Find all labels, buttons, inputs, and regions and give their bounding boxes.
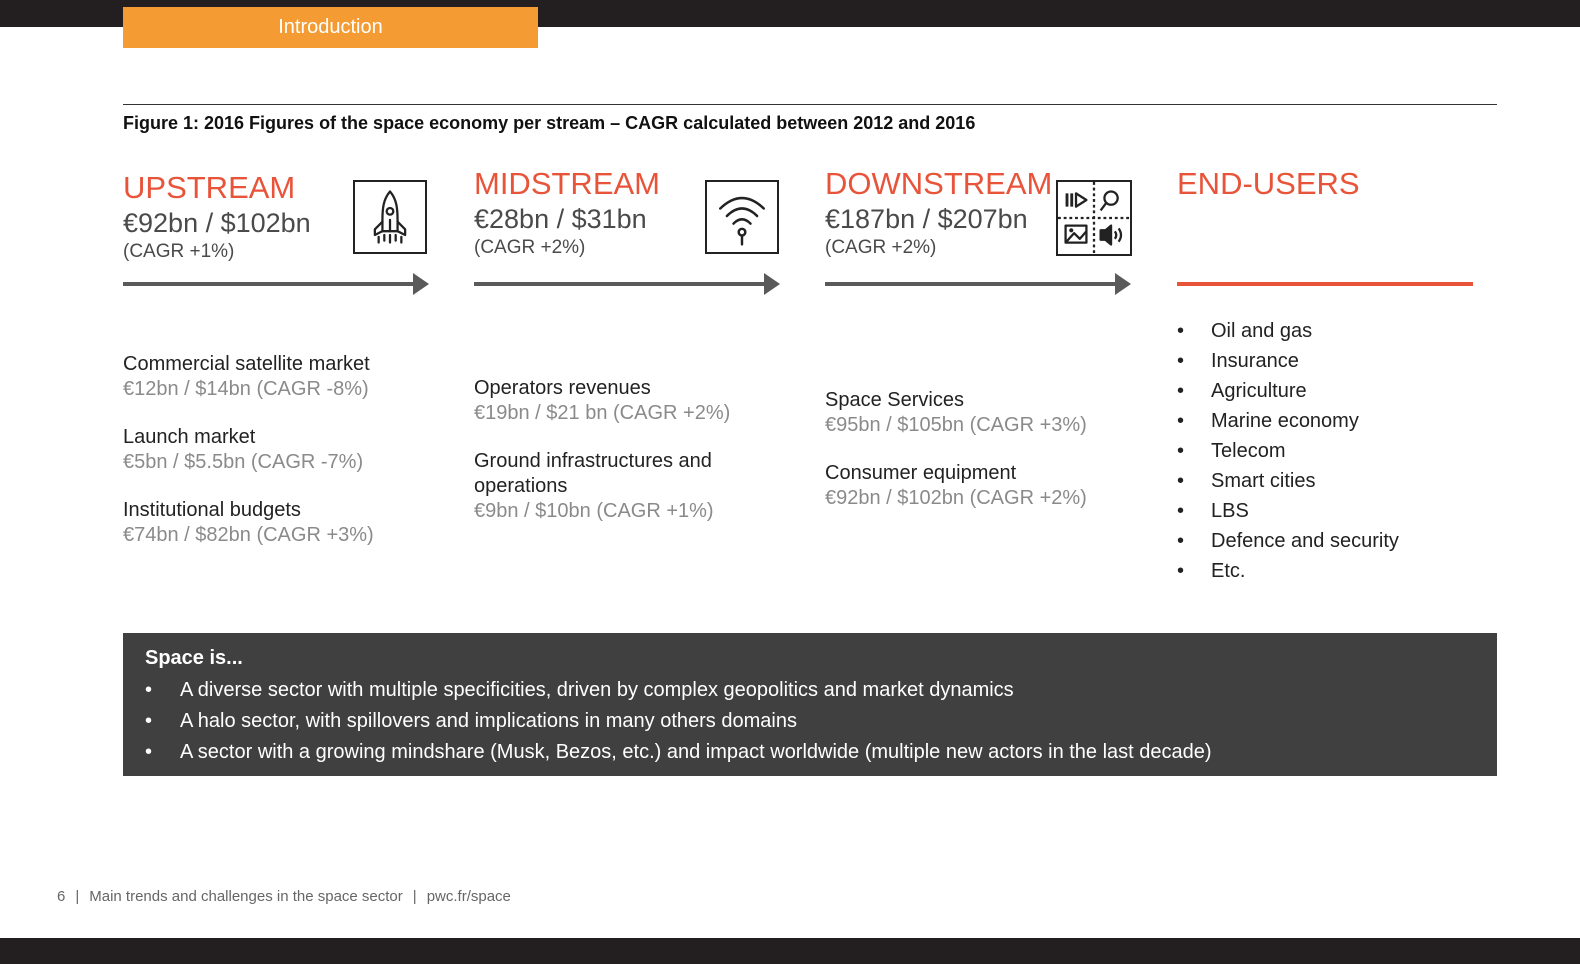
upstream-items: Commercial satellite market €12bn / $14b…: [123, 352, 453, 571]
bottom-bar: [0, 938, 1580, 964]
end-users-header: END-USERS: [1177, 166, 1507, 202]
downstream-items: Space Services €95bn / $105bn (CAGR +3%)…: [825, 388, 1155, 534]
section-tab: Introduction: [123, 7, 538, 48]
item-value: €74bn / $82bn (CAGR +3%): [123, 524, 374, 546]
midstream-items: Operators revenues €19bn / $21 bn (CAGR …: [474, 376, 774, 547]
upstream-arrow: [123, 273, 429, 295]
page-number: 6: [57, 888, 66, 905]
list-item: Insurance: [1177, 346, 1399, 376]
item-name: Commercial satellite market: [123, 353, 370, 375]
list-item: A sector with a growing mindshare (Musk,…: [145, 737, 1475, 768]
item-name: Institutional budgets: [123, 499, 301, 521]
list-item: A halo sector, with spillovers and impli…: [145, 706, 1475, 737]
item-name: Operators revenues: [474, 377, 651, 399]
footer-separator: |: [412, 888, 417, 905]
list-item: Smart cities: [1177, 466, 1399, 496]
page-footer: 6 | Main trends and challenges in the spac…: [57, 888, 511, 905]
list-item: Space Services €95bn / $105bn (CAGR +3%): [825, 388, 1155, 437]
document-title: Main trends and challenges in the space …: [89, 888, 403, 905]
item-value: €5bn / $5.5bn (CAGR -7%): [123, 451, 364, 473]
space-is-list: A diverse sector with multiple specifici…: [145, 675, 1475, 768]
stream-title: END-USERS: [1177, 166, 1360, 201]
list-item: Operators revenues €19bn / $21 bn (CAGR …: [474, 376, 774, 425]
item-value: €9bn / $10bn (CAGR +1%): [474, 500, 714, 522]
item-value: €12bn / $14bn (CAGR -8%): [123, 378, 369, 400]
end-users-list: Oil and gas Insurance Agriculture Marine…: [1177, 316, 1399, 586]
list-item: Launch market €5bn / $5.5bn (CAGR -7%): [123, 425, 453, 474]
space-is-box: Space is... A diverse sector with multip…: [123, 633, 1497, 776]
list-item: Institutional budgets €74bn / $82bn (CAG…: [123, 498, 453, 547]
item-value: €95bn / $105bn (CAGR +3%): [825, 414, 1087, 436]
list-item: Consumer equipment €92bn / $102bn (CAGR …: [825, 461, 1155, 510]
item-name: Space Services: [825, 389, 964, 411]
list-item: A diverse sector with multiple specifici…: [145, 675, 1475, 706]
figure-rule: [123, 104, 1497, 105]
item-value: €92bn / $102bn (CAGR +2%): [825, 487, 1087, 509]
footer-separator: |: [75, 888, 80, 905]
list-item: Commercial satellite market €12bn / $14b…: [123, 352, 453, 401]
list-item: Ground infrastructures and operations €9…: [474, 449, 774, 523]
list-item: Telecom: [1177, 436, 1399, 466]
list-item: Defence and security: [1177, 526, 1399, 556]
list-item: Oil and gas: [1177, 316, 1399, 346]
wifi-icon: [705, 180, 779, 254]
list-item: Agriculture: [1177, 376, 1399, 406]
figure-title: Figure 1: 2016 Figures of the space econ…: [123, 113, 976, 133]
list-item: LBS: [1177, 496, 1399, 526]
downstream-arrow: [825, 273, 1131, 295]
footer-link[interactable]: pwc.fr/space: [427, 888, 511, 905]
item-value: €19bn / $21 bn (CAGR +2%): [474, 402, 731, 424]
list-item: Marine economy: [1177, 406, 1399, 436]
end-users-underline: [1177, 282, 1473, 286]
midstream-arrow: [474, 273, 780, 295]
space-is-heading: Space is...: [145, 647, 243, 669]
item-name: Ground infrastructures and operations: [474, 450, 712, 497]
rocket-icon: [353, 180, 427, 254]
media-grid-icon: [1056, 180, 1132, 256]
item-name: Launch market: [123, 426, 256, 448]
list-item: Etc.: [1177, 556, 1399, 586]
item-name: Consumer equipment: [825, 462, 1017, 484]
